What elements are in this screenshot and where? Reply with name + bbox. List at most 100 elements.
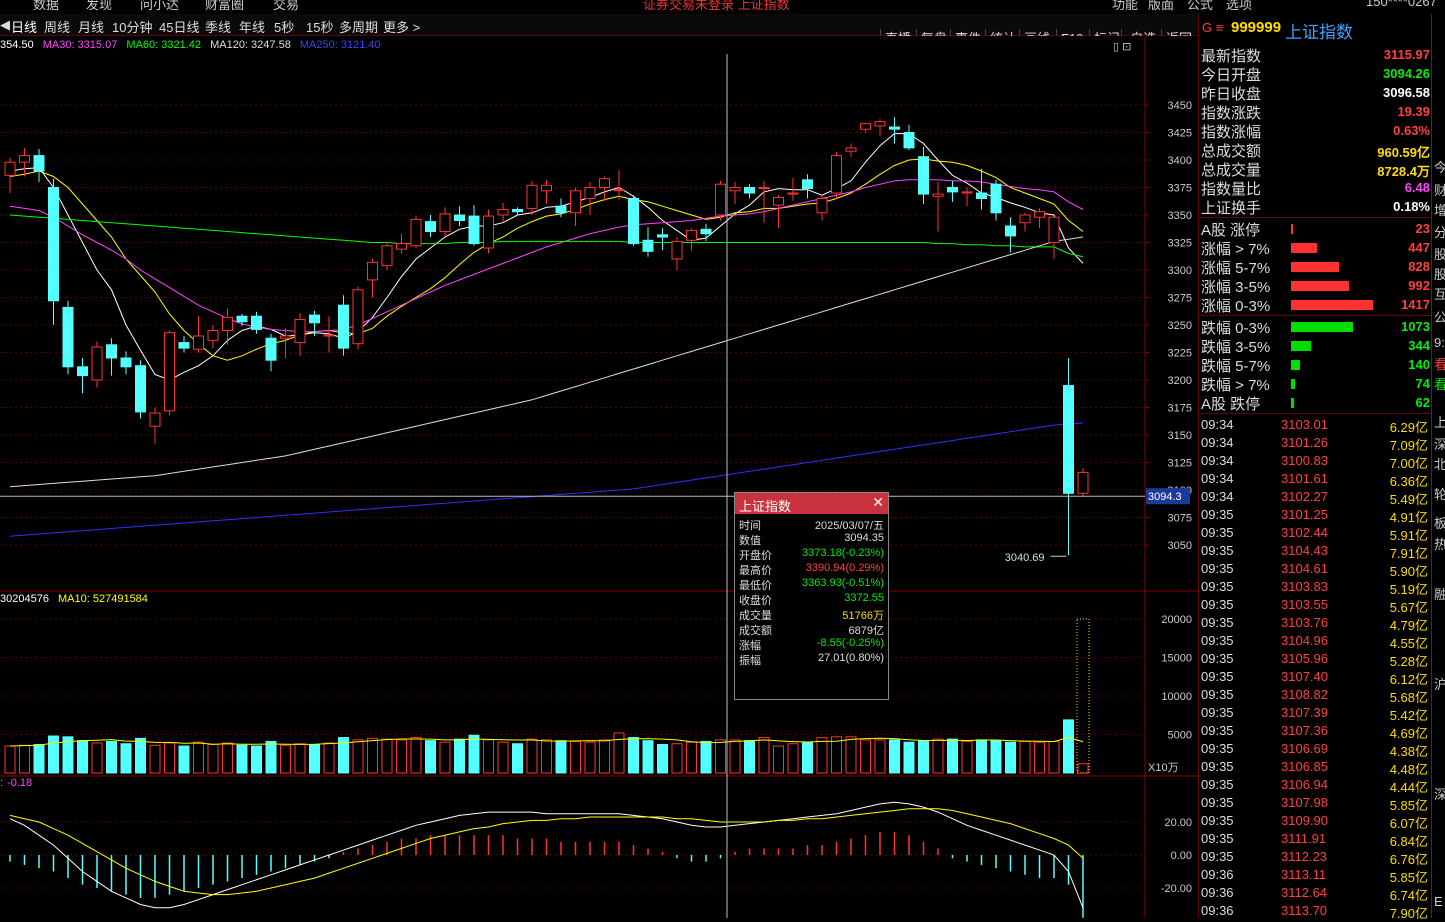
edge-tab-label[interactable]: 增: [1434, 200, 1445, 219]
period-daily[interactable]: 日线: [11, 17, 37, 36]
quote-stat-value: 3096.58: [1383, 85, 1430, 100]
edge-tab-label[interactable]: 轮: [1434, 484, 1445, 503]
breadth-label: 涨幅 3-5%: [1201, 279, 1271, 296]
breadth-row-down: 跌幅 3-5% 344: [1201, 336, 1430, 356]
breadth-bar: [1291, 360, 1300, 370]
menu-discover[interactable]: 发现: [86, 0, 112, 13]
data-popup: 上证指数 ✕ 时间 2025/03/07/五 数值 3094.35 开盘价 3373.18…: [734, 492, 889, 700]
tick-row: 09:35 3112.23 6.76亿: [1201, 848, 1430, 867]
quote-stat-row: 今日开盘 3094.26: [1201, 64, 1430, 84]
tick-row: 09:34 3100.83 7.00亿: [1201, 452, 1430, 471]
period-15s[interactable]: 15秒: [306, 17, 333, 36]
candle-body: [77, 366, 88, 377]
candle-body: [686, 229, 697, 241]
menu-formula[interactable]: 公式: [1187, 0, 1213, 13]
popup-row-label: 最高价: [739, 565, 772, 577]
edge-tab-label[interactable]: 分: [1434, 222, 1445, 241]
edge-tab-label[interactable]: 深: [1434, 434, 1445, 453]
volume-bar: [961, 740, 973, 774]
candle-body: [33, 155, 45, 172]
menu-layout[interactable]: 版面: [1148, 0, 1174, 13]
breadth-bar: [1291, 262, 1340, 272]
tick-price: 3101.26: [1281, 435, 1328, 450]
edge-tab-label[interactable]: 深: [1434, 784, 1445, 803]
breadth-count: 344: [1408, 338, 1430, 353]
tick-row: 09:34 3101.26 7.09亿: [1201, 434, 1430, 453]
tick-price: 3111.91: [1281, 831, 1327, 846]
kline-chart[interactable]: 3450 3425 3400 3375 3350 3325 3300 3275 3250 3225…: [0, 36, 1198, 918]
menu-options[interactable]: 选项: [1226, 0, 1252, 13]
edge-tab-label[interactable]: 上: [1434, 412, 1445, 431]
tick-price: 3113.70: [1281, 903, 1328, 918]
menu-arrow-icon[interactable]: ◀: [0, 17, 10, 33]
candle-body: [294, 319, 306, 344]
quote-stat-label: 最新指数: [1201, 48, 1262, 65]
period-10min[interactable]: 10分钟: [112, 17, 152, 36]
edge-tab-label[interactable]: 北: [1434, 454, 1445, 473]
period-more[interactable]: 更多 >: [383, 17, 420, 36]
volume-bar: [352, 739, 364, 774]
candle: [715, 180, 726, 221]
period-toolbar: ◀ 日线 周线 月线 10分钟 45日线 季线 年线 5秒 15秒 多周期 更多…: [0, 14, 1198, 49]
breadth-row-up: 涨幅 0-3% 1417: [1201, 295, 1430, 315]
edge-tab-label[interactable]: 财: [1434, 180, 1445, 199]
period-5s[interactable]: 5秒: [274, 17, 294, 36]
quote-stat-label: 总成交额: [1201, 143, 1262, 160]
quote-prefix[interactable]: G ≡: [1202, 20, 1223, 35]
menu-trade[interactable]: 交易: [273, 0, 299, 13]
ma60-legend: MA60: 3321.42: [126, 39, 202, 51]
close-icon[interactable]: ✕: [872, 494, 884, 511]
period-weekly[interactable]: 周线: [44, 17, 70, 36]
edge-tab-label[interactable]: 互: [1434, 284, 1445, 303]
menu-function[interactable]: 功能: [1112, 0, 1138, 13]
edge-tab-label[interactable]: 公: [1434, 307, 1445, 326]
tick-row: 09:35 3106.69 4.38亿: [1201, 740, 1430, 759]
volume-bar: [816, 737, 828, 774]
volume-bar: [831, 736, 842, 774]
volume-bar: [323, 742, 335, 774]
price-tick-label: 3075: [1168, 513, 1192, 525]
candle-body: [773, 196, 784, 206]
login-status-text[interactable]: 证券交易未登录 上证指数: [643, 0, 790, 13]
edge-tab-label[interactable]: 沪: [1434, 674, 1445, 693]
period-45day[interactable]: 45日线: [159, 17, 199, 36]
breadth-label: 涨幅 0-3%: [1201, 298, 1271, 315]
candle-body: [106, 344, 117, 359]
popup-row: 振幅 27.01(0.80%): [735, 652, 888, 667]
edge-tab-label[interactable]: 股: [1434, 244, 1445, 263]
tick-time: 09:35: [1201, 579, 1234, 594]
edge-tab-label[interactable]: E: [1434, 894, 1443, 909]
edge-tab-label[interactable]: 股: [1434, 264, 1445, 283]
candle: [381, 242, 393, 270]
menu-data[interactable]: 数据: [33, 0, 59, 13]
menu-wenxiaoda[interactable]: 问小达: [140, 0, 179, 13]
volume-bar: [236, 744, 248, 774]
tick-row: 09:36 3113.70 7.90亿: [1201, 902, 1430, 921]
period-quarter[interactable]: 季线: [205, 17, 231, 36]
candle: [135, 360, 146, 419]
edge-tab-label[interactable]: 看: [1434, 354, 1445, 373]
edge-tab-label[interactable]: 今: [1434, 157, 1445, 176]
edge-tab-label[interactable]: 热: [1434, 534, 1445, 553]
edge-tab-label[interactable]: 板: [1434, 513, 1445, 532]
period-year[interactable]: 年线: [239, 17, 265, 36]
period-multi[interactable]: 多周期: [339, 17, 378, 36]
tick-price: 3101.25: [1281, 507, 1328, 522]
volume-bar: [874, 739, 886, 774]
candle-body: [352, 289, 364, 345]
menu-caifuquan[interactable]: 财富圈: [205, 0, 244, 13]
edge-tab-label[interactable]: 看: [1434, 374, 1445, 393]
macd-value: -0.18: [7, 777, 33, 789]
period-monthly[interactable]: 月线: [78, 17, 104, 36]
volume-bar: [744, 740, 755, 774]
volume-bar: [903, 741, 915, 774]
candle-body: [642, 239, 654, 252]
chart-background: [0, 36, 1198, 918]
panel-controls-icon[interactable]: ▯ ⊡: [1113, 40, 1131, 53]
price-tick-label: 3300: [1168, 265, 1192, 277]
account-text[interactable]: 150****0267: [1366, 0, 1437, 9]
volume-bar: [164, 742, 175, 774]
candle-body: [120, 357, 132, 368]
edge-tab-label[interactable]: 融: [1434, 584, 1445, 603]
edge-tab-label[interactable]: 9:: [1434, 335, 1445, 350]
